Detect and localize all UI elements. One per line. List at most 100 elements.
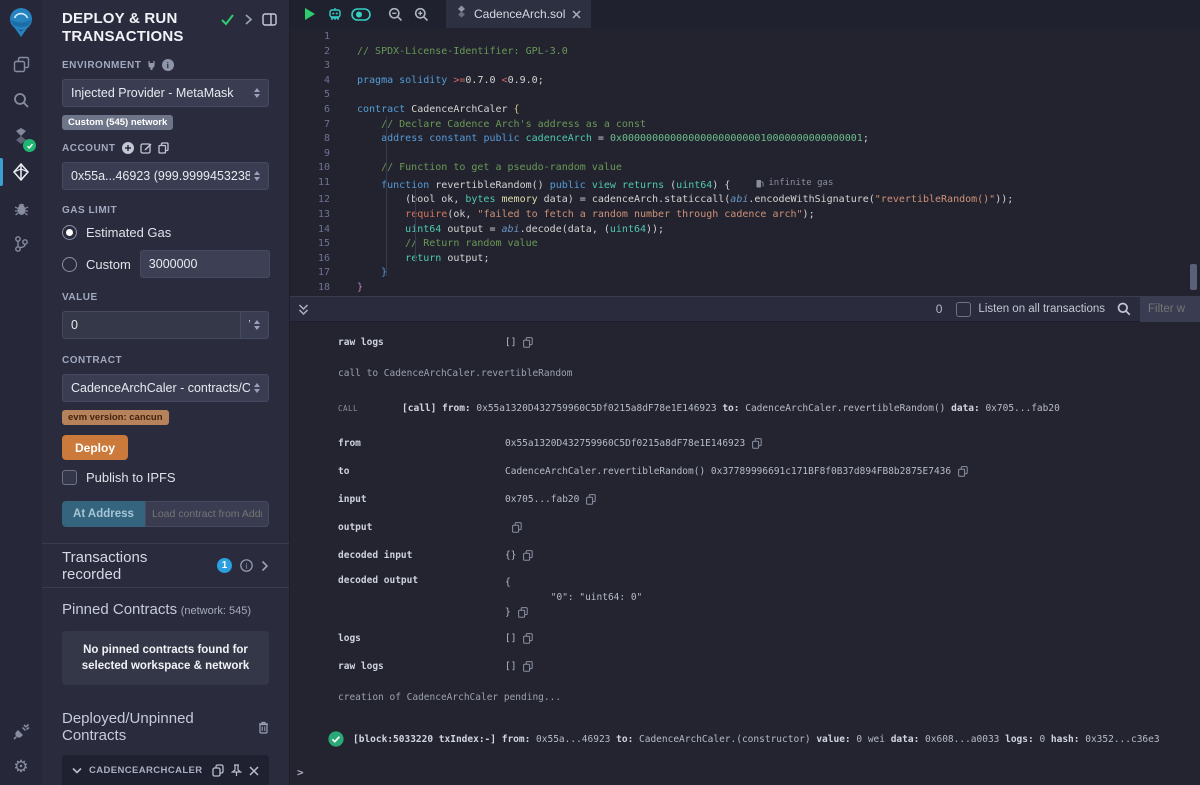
copy-icon[interactable]: [212, 764, 224, 777]
terminal-block-row[interactable]: [block:5033220 txIndex:-] from: 0x55a...…: [290, 723, 1200, 755]
terminal-collapse-icon[interactable]: [298, 303, 309, 316]
copy-icon[interactable]: [523, 633, 533, 644]
evm-version-badge: evm version: cancun: [62, 410, 169, 425]
solidity-compiler-icon[interactable]: [0, 118, 42, 154]
code-line[interactable]: 5: [290, 88, 1200, 103]
terminal-kv-row: raw logs[]: [290, 652, 1200, 680]
value-input[interactable]: [62, 311, 241, 339]
file-explorer-icon[interactable]: [0, 46, 42, 82]
deploy-run-icon[interactable]: [0, 154, 42, 190]
custom-gas-input[interactable]: [140, 250, 270, 278]
search-icon[interactable]: [0, 82, 42, 118]
code-area[interactable]: 12// SPDX-License-Identifier: GPL-3.034p…: [290, 28, 1200, 296]
code-line[interactable]: 12 (bool ok, bytes memory data) = cadenc…: [290, 193, 1200, 208]
trash-icon[interactable]: [258, 721, 269, 734]
code-line[interactable]: 13 require(ok, "failed to fetch a random…: [290, 208, 1200, 223]
custom-gas-radio[interactable]: [62, 257, 77, 272]
plugin-manager-icon[interactable]: [0, 713, 42, 749]
line-number: 17: [290, 266, 330, 281]
code-line[interactable]: 18}: [290, 281, 1200, 296]
zoom-in-icon[interactable]: [408, 0, 434, 28]
copy-account-icon[interactable]: [158, 142, 169, 154]
transactions-info-icon[interactable]: i: [240, 559, 253, 572]
terminal-prompt[interactable]: >: [297, 766, 304, 779]
copy-icon[interactable]: [586, 494, 596, 505]
pin-icon[interactable]: [231, 764, 242, 777]
code-line[interactable]: 10 // Function to get a pseudo-random va…: [290, 161, 1200, 176]
terminal-text-row: creation of CadenceArchCaler pending...: [290, 683, 1200, 711]
zoom-out-icon[interactable]: [382, 0, 408, 28]
pinned-contracts-title: Pinned Contracts: [62, 601, 177, 618]
copy-icon[interactable]: [752, 438, 762, 449]
account-select[interactable]: 0x55a...46923 (999.9999453238: [62, 162, 269, 190]
source-control-icon[interactable]: [0, 226, 42, 262]
tab-cadencearch-sol[interactable]: CadenceArch.sol: [446, 0, 591, 28]
settings-gear-icon[interactable]: ⚙: [0, 749, 42, 785]
pin-panel-chevron-icon[interactable]: [244, 13, 253, 26]
add-account-icon[interactable]: [122, 142, 134, 154]
terminal-filter-input[interactable]: [1140, 296, 1200, 322]
edit-account-icon[interactable]: [140, 142, 152, 154]
transactions-count-badge: 1: [217, 558, 232, 573]
copy-icon[interactable]: [523, 550, 533, 561]
line-number: 3: [290, 59, 330, 74]
copilot-toggle-icon[interactable]: [348, 0, 374, 28]
code-line[interactable]: 7 // Declare Cadence Arch's address as a…: [290, 118, 1200, 133]
line-number: 8: [290, 132, 330, 147]
copy-icon[interactable]: [523, 661, 533, 672]
run-script-icon[interactable]: [296, 0, 322, 28]
code-line[interactable]: 6contract CadenceArchCaler {: [290, 103, 1200, 118]
indent-guide: [386, 116, 387, 276]
code-line[interactable]: 14 uint64 output = abi.decode(data, (uin…: [290, 223, 1200, 238]
estimated-gas-radio[interactable]: [62, 225, 77, 240]
code-line[interactable]: 11 function revertibleRandom() public vi…: [290, 176, 1200, 193]
estimated-gas-label: Estimated Gas: [86, 225, 171, 240]
code-line[interactable]: 16 return output;: [290, 252, 1200, 267]
svg-text:i: i: [167, 61, 170, 70]
transactions-expand-icon[interactable]: [261, 560, 269, 572]
copy-icon[interactable]: [518, 607, 528, 618]
at-address-input[interactable]: [145, 501, 269, 527]
call-badge: call: [338, 404, 402, 413]
listen-all-checkbox[interactable]: [956, 302, 971, 317]
collapse-chevron-icon[interactable]: [72, 767, 82, 774]
copy-icon[interactable]: [958, 466, 968, 477]
plug-icon[interactable]: [147, 60, 156, 71]
terminal-search-icon[interactable]: [1117, 302, 1131, 316]
copy-icon[interactable]: [512, 522, 522, 533]
code-line[interactable]: 2// SPDX-License-Identifier: GPL-3.0: [290, 45, 1200, 60]
value-label: VALUE: [62, 292, 269, 303]
at-address-button[interactable]: At Address: [62, 501, 145, 527]
contract-label: CONTRACT: [62, 355, 269, 366]
environment-info-icon[interactable]: i: [162, 59, 174, 71]
code-line[interactable]: 17 }: [290, 266, 1200, 281]
contract-card-title: CADENCEARCHCALER AT 0X: [89, 765, 205, 776]
publish-ipfs-checkbox[interactable]: [62, 470, 77, 485]
layout-columns-icon[interactable]: [262, 13, 277, 26]
copy-icon[interactable]: [523, 337, 533, 348]
panel-title: DEPLOY & RUN TRANSACTIONS: [62, 10, 220, 46]
terminal-toolbar: 0 Listen on all transactions: [290, 296, 1200, 322]
code-editor: CadenceArch.sol 12// SPDX-License-Identi…: [290, 0, 1200, 296]
editor-scrollbar[interactable]: [1190, 264, 1197, 290]
ai-assistant-icon[interactable]: [322, 0, 348, 28]
close-tab-icon[interactable]: [572, 10, 581, 19]
line-number: 5: [290, 88, 330, 103]
code-line[interactable]: 4pragma solidity >=0.7.0 <0.9.0;: [290, 74, 1200, 89]
code-line[interactable]: 9: [290, 147, 1200, 162]
code-line[interactable]: 8 address constant public cadenceArch = …: [290, 132, 1200, 147]
deploy-button[interactable]: Deploy: [62, 435, 128, 460]
terminal-text-row: call to CadenceArchCaler.revertibleRando…: [290, 359, 1200, 387]
code-line[interactable]: 15 // Return random value: [290, 237, 1200, 252]
terminal-kv-row: logs[]: [290, 624, 1200, 652]
remix-logo-icon[interactable]: [0, 0, 42, 46]
contract-select[interactable]: CadenceArchCaler - contracts/Cac: [62, 374, 269, 402]
gas-limit-label: GAS LIMIT: [62, 205, 269, 216]
debugger-icon[interactable]: [0, 190, 42, 226]
terminal-kv-row: decoded input{}: [290, 541, 1200, 569]
code-line[interactable]: 1: [290, 30, 1200, 45]
value-unit-select[interactable]: Wei: [241, 311, 269, 339]
environment-select[interactable]: Injected Provider - MetaMask: [62, 79, 269, 107]
code-line[interactable]: 3: [290, 59, 1200, 74]
close-icon[interactable]: [249, 766, 259, 776]
